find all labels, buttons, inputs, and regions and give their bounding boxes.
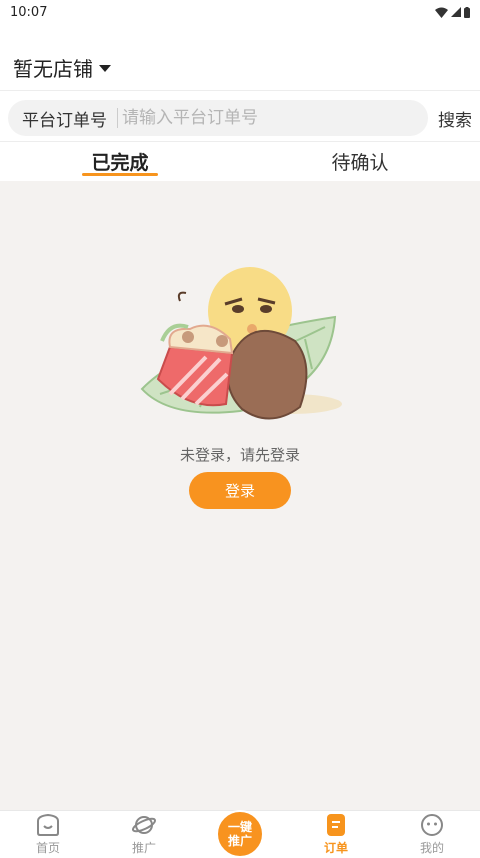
nav-label: 订单 xyxy=(323,841,348,855)
home-face-icon xyxy=(37,813,59,836)
order-icon xyxy=(327,814,345,836)
nav-orders[interactable]: 订单 xyxy=(288,811,384,858)
nav-promote[interactable]: 推广 xyxy=(96,811,192,858)
search-box: 平台订单号 xyxy=(8,100,428,136)
nav-label: 首页 xyxy=(35,841,60,855)
status-icons xyxy=(435,6,470,18)
bottom-nav: 首页 推广 一键 推广 订单 我的 xyxy=(0,810,480,858)
search-button[interactable]: 搜索 xyxy=(438,106,472,131)
search-label: 平台订单号 xyxy=(22,110,107,131)
content-area: 未登录，请先登录 登录 xyxy=(0,181,480,810)
store-title: 暂无店铺 xyxy=(13,56,93,81)
nav-label: 推广 xyxy=(131,841,156,855)
empty-mascot-illustration xyxy=(140,267,342,420)
store-selector[interactable]: 暂无店铺 xyxy=(0,44,480,90)
wifi-icon xyxy=(435,7,448,18)
order-tabs: 已完成 待确认 xyxy=(0,142,480,180)
tab-label: 待确认 xyxy=(331,151,389,174)
center-label-line2: 推广 xyxy=(227,834,252,848)
tab-label: 已完成 xyxy=(91,151,149,174)
status-bar: 10:07 xyxy=(0,0,480,24)
login-button[interactable]: 登录 xyxy=(189,472,291,509)
nav-one-click-promote[interactable]: 一键 推广 xyxy=(192,810,288,858)
order-number-input[interactable] xyxy=(117,108,377,128)
center-label-line1: 一键 xyxy=(227,820,252,834)
face-icon xyxy=(421,814,443,836)
header-divider xyxy=(0,90,480,91)
empty-state-message: 未登录，请先登录 xyxy=(179,446,300,464)
caret-down-icon xyxy=(99,64,111,72)
tab-completed[interactable]: 已完成 xyxy=(0,142,240,180)
battery-icon xyxy=(464,6,470,18)
tab-pending[interactable]: 待确认 xyxy=(240,142,480,180)
search-row: 平台订单号 搜索 xyxy=(0,96,480,140)
nav-profile[interactable]: 我的 xyxy=(384,811,480,858)
status-time: 10:07 xyxy=(10,4,48,20)
planet-icon xyxy=(131,816,157,834)
nav-home[interactable]: 首页 xyxy=(0,811,96,858)
active-tab-indicator xyxy=(82,173,158,176)
signal-icon xyxy=(451,7,461,17)
one-click-promote-button[interactable]: 一键 推广 xyxy=(216,810,264,858)
nav-label: 我的 xyxy=(419,841,444,855)
